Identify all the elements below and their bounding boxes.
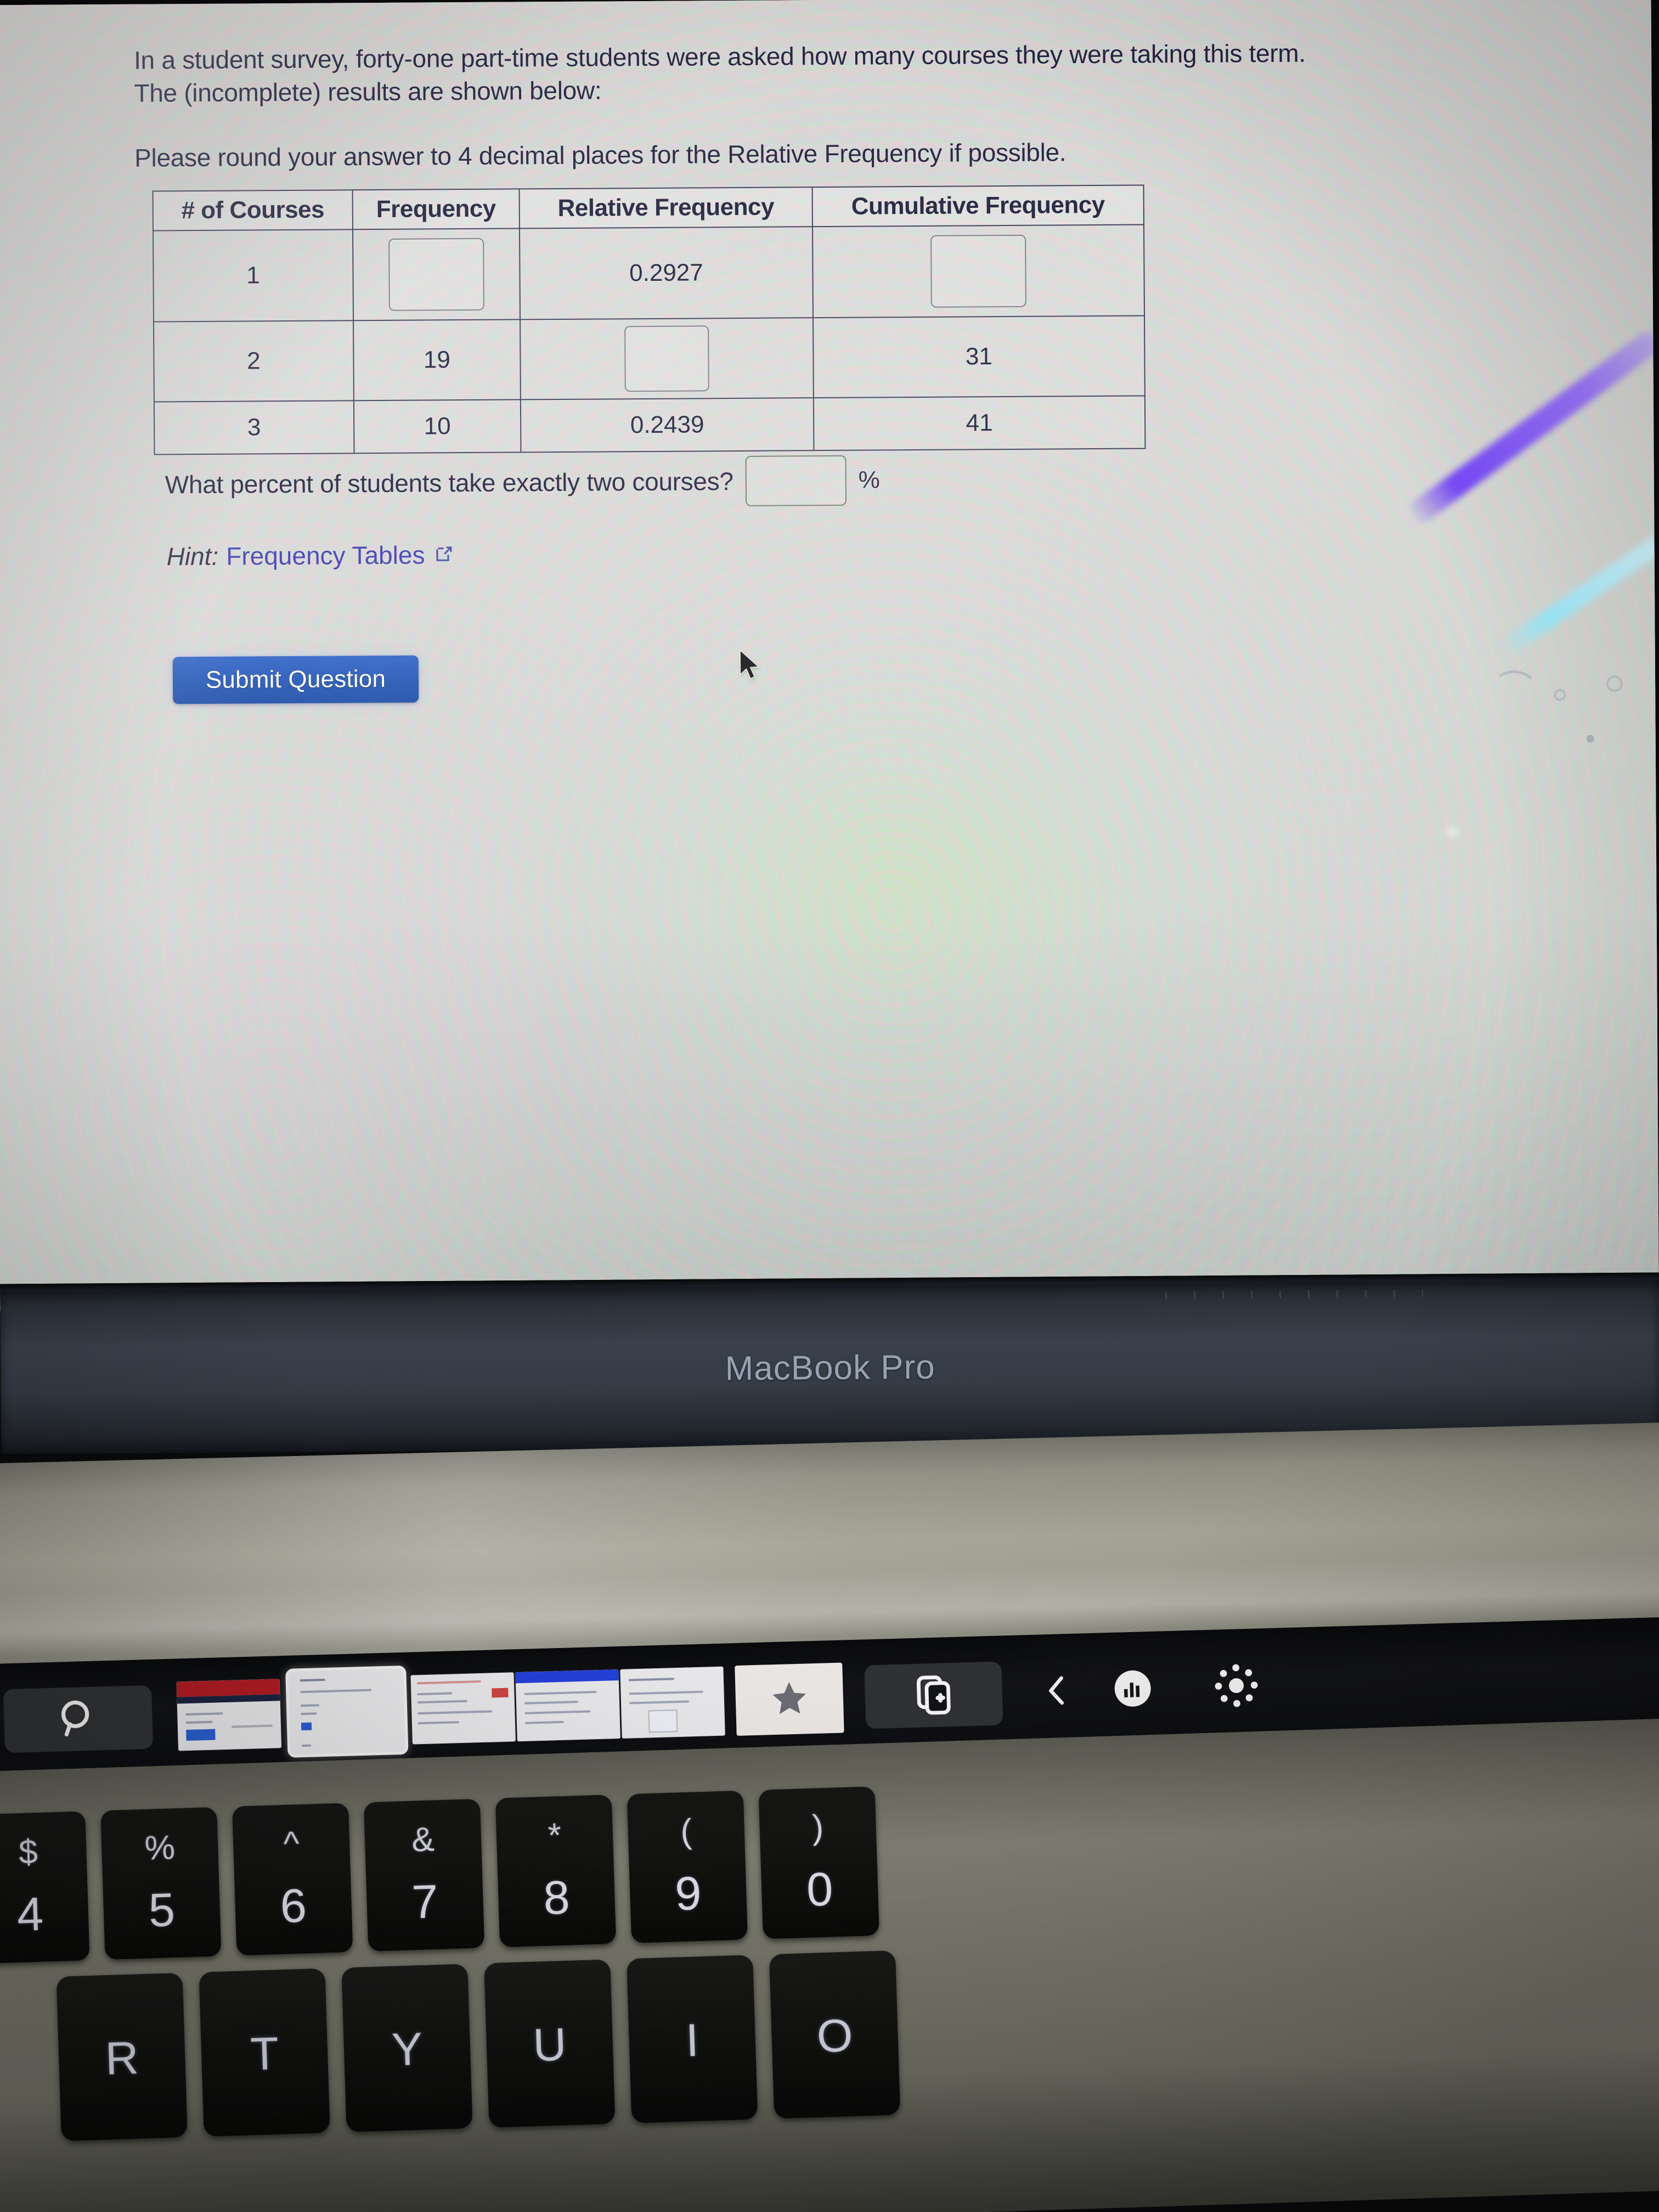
key-r[interactable]: R: [56, 1972, 188, 2141]
question-intro-line2: The (incomplete) results are shown below…: [134, 76, 602, 108]
cell-frequency: 10: [353, 399, 521, 454]
keyboard-number-row: $ 4 % 5 ^ 6 & 7 * 8 ( 9) 0: [0, 1786, 895, 1964]
hint-link-frequency-tables[interactable]: Frequency Tables: [226, 540, 425, 571]
touchbar-new-tab-button[interactable]: [864, 1661, 1003, 1729]
new-tab-icon: [910, 1669, 958, 1720]
key-u[interactable]: U: [484, 1959, 616, 2128]
key-5-upper: %: [144, 1829, 176, 1867]
cell-cumulative-frequency: [812, 224, 1144, 318]
cell-relative-frequency: 0.2927: [519, 227, 813, 320]
cell-frequency: [353, 228, 521, 321]
key-6-lower: 6: [279, 1879, 308, 1933]
touchbar-expand-controlstrip-button[interactable]: [1023, 1659, 1091, 1724]
frequency-input-row1[interactable]: [388, 238, 484, 311]
mouse-cursor: [740, 648, 760, 680]
header-frequency: Frequency: [352, 189, 520, 230]
key-y[interactable]: Y: [341, 1963, 473, 2132]
header-cumulative-frequency: Cumulative Frequency: [812, 185, 1144, 227]
cumulative-input-row1[interactable]: [930, 234, 1026, 308]
hint-label: Hint:: [166, 541, 219, 571]
touchbar-tab-thumbnail[interactable]: [410, 1672, 516, 1745]
brightness-icon: [1211, 1660, 1262, 1713]
cell-courses: 2: [154, 320, 354, 402]
table-row: 2 19 31: [154, 315, 1145, 402]
key-i[interactable]: I: [627, 1955, 758, 2124]
key-r-label: R: [104, 2032, 140, 2085]
keyboard-letter-row: R T Y U I O: [56, 1950, 917, 2141]
laptop-photo: In a student survey, forty-one part-time…: [0, 0, 1659, 2212]
question-intro-line1: In a student survey, forty-one part-time…: [133, 38, 1306, 75]
touchbar-search-button[interactable]: [3, 1685, 154, 1753]
quiz-page: In a student survey, forty-one part-time…: [0, 0, 1659, 1311]
macbook-pro-brand-label: MacBook Pro: [725, 1348, 935, 1388]
key-9[interactable]: ( 9: [627, 1790, 748, 1944]
search-icon: [55, 1695, 101, 1743]
key-t[interactable]: T: [199, 1968, 330, 2137]
submit-question-button[interactable]: Submit Question: [172, 655, 419, 704]
touchbar-tab-thumbnail-active[interactable]: [285, 1665, 409, 1758]
cell-cumulative-frequency: 41: [813, 396, 1146, 451]
key-9-upper: (: [680, 1812, 693, 1851]
keyboard: $ 4 % 5 ^ 6 & 7 * 8 ( 9) 0 R T Y U I O: [0, 1717, 1659, 2212]
key-4-upper: $: [18, 1833, 38, 1872]
table-header-row: # of Courses Frequency Relative Frequenc…: [153, 185, 1144, 231]
key-0-upper: ): [811, 1808, 825, 1847]
relative-frequency-input-row2[interactable]: [624, 325, 709, 392]
laptop-screen: In a student survey, forty-one part-time…: [0, 0, 1659, 1311]
percent-sign-label: %: [858, 466, 880, 494]
key-4-lower: 4: [16, 1887, 44, 1942]
rounding-note: Please round your answer to 4 decimal pl…: [134, 138, 1066, 172]
key-o-label: O: [816, 2009, 854, 2062]
header-courses: # of Courses: [153, 190, 353, 231]
table-row: 3 10 0.2439 41: [154, 396, 1146, 455]
percent-answer-input[interactable]: [745, 455, 847, 506]
key-6-upper: ^: [283, 1825, 300, 1863]
key-8-lower: 8: [543, 1871, 571, 1925]
frequency-table: # of Courses Frequency Relative Frequenc…: [152, 184, 1146, 455]
cell-courses: 1: [153, 229, 354, 322]
cell-relative-frequency: [520, 318, 814, 400]
touchbar-brightness-button[interactable]: [1194, 1654, 1278, 1719]
key-4[interactable]: $ 4: [0, 1811, 90, 1964]
star-icon: [769, 1677, 810, 1722]
key-9-lower: 9: [674, 1867, 702, 1921]
key-o[interactable]: O: [769, 1950, 901, 2119]
siri-icon: [1108, 1664, 1157, 1715]
question-intro: In a student survey, forty-one part-time…: [134, 37, 1306, 110]
cell-frequency: 19: [353, 319, 521, 401]
key-7[interactable]: & 7: [363, 1798, 485, 1952]
touchbar-tab-thumbnail[interactable]: [176, 1679, 282, 1751]
header-relative-frequency: Relative Frequency: [519, 187, 812, 229]
key-8[interactable]: * 8: [495, 1795, 617, 1948]
cell-courses: 3: [154, 400, 354, 455]
touchbar-siri-button[interactable]: [1093, 1657, 1172, 1723]
key-0[interactable]: ) 0: [758, 1786, 879, 1939]
key-8-upper: *: [547, 1816, 562, 1855]
key-t-label: T: [250, 2027, 280, 2080]
chevron-left-icon: [1038, 1671, 1076, 1712]
key-5-lower: 5: [148, 1883, 176, 1937]
cell-cumulative-frequency: 31: [812, 315, 1145, 398]
touchbar-tab-strip[interactable]: [176, 1665, 727, 1758]
hint-row: Hint: Frequency Tables: [166, 540, 454, 571]
key-7-lower: 7: [411, 1875, 439, 1929]
external-link-icon[interactable]: [432, 544, 454, 566]
key-u-label: U: [532, 2018, 567, 2071]
percent-question-row: What percent of students take exactly tw…: [165, 455, 881, 510]
key-0-lower: 0: [805, 1863, 834, 1916]
key-7-upper: &: [411, 1820, 435, 1859]
key-5[interactable]: % 5: [100, 1807, 222, 1960]
touchbar-tab-thumbnail[interactable]: [620, 1666, 725, 1739]
key-6[interactable]: ^ 6: [232, 1803, 353, 1956]
screen-bezel-chin: MacBook Pro: [0, 1272, 1659, 1454]
touchbar-bookmarks-button[interactable]: [735, 1662, 844, 1736]
percent-question-label: What percent of students take exactly tw…: [165, 467, 733, 499]
touchbar-tab-thumbnail[interactable]: [515, 1669, 620, 1742]
key-i-label: I: [685, 2014, 699, 2067]
key-y-label: Y: [391, 2023, 424, 2075]
cell-relative-frequency: 0.2439: [520, 398, 814, 453]
bezel-speckles: [1165, 1289, 1424, 1299]
table-row: 1 0.2927: [153, 224, 1144, 322]
